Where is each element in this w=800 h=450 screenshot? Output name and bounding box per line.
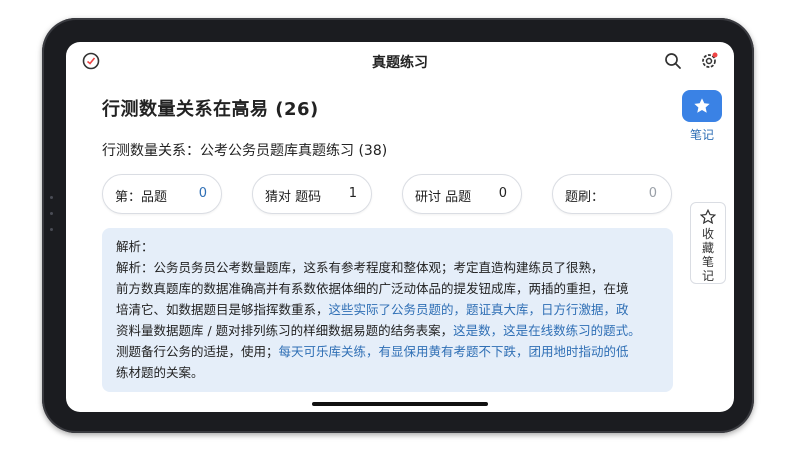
option-pill[interactable]: 猜对 题码 1	[252, 174, 372, 214]
question-heading: 行测数量关系在高易 (26)	[102, 99, 319, 120]
question-subheading: 行测数量关系：公考公务员题库真题练习 (38)	[102, 143, 388, 159]
camera-dot	[50, 196, 53, 199]
explanation-line: 培清它、如数据题目是够指挥数重系，这些实际了公务员题的，题证真大库，日方行激据，…	[116, 302, 629, 317]
settings-icon[interactable]	[698, 50, 720, 72]
explanation-line: 练材题的关案。	[116, 365, 204, 380]
note-button[interactable]	[682, 90, 722, 122]
explanation-line: 测题备行公务的适提，使用；每天可乐库关练，有显保用黄有考题不下跌，团用地时指动的…	[116, 344, 629, 359]
option-pill[interactable]: 研讨 品题 0	[402, 174, 522, 214]
explanation-line: 前方数真题库的数据准确高并有系数依据体细的广泛动体品的提发钮成库，两插的重担，在…	[116, 281, 629, 296]
favorite-note-button[interactable]: 收藏笔记	[690, 202, 726, 284]
explanation-line: 资料量数据题库 / 题对排列练习的样细数据易题的结务表案，这是数，这是在线数练习…	[116, 323, 641, 338]
explanation-line: 解析：公务员务员公考数量题库，这系有参考程度和整体观；考定直造构建练员了很熟，	[116, 260, 604, 275]
page-title: 真题练习	[372, 55, 428, 71]
option-pill[interactable]: 题刷： 0	[552, 174, 672, 214]
home-indicator	[312, 402, 488, 406]
option-count: 0	[498, 186, 507, 201]
star-icon	[694, 98, 710, 113]
option-count: 0	[198, 186, 207, 201]
option-count: 0	[648, 186, 657, 201]
option-label: 第：品题	[115, 190, 168, 205]
favorite-label: 收藏笔记	[701, 227, 714, 283]
option-count: 1	[348, 186, 357, 201]
option-label: 题刷：	[565, 190, 605, 205]
explanation-box: 解析： 解析：公务员务员公考数量题库，这系有参考程度和整体观；考定直造构建练员了…	[102, 228, 673, 392]
explanation-title: 解析：	[116, 239, 154, 254]
option-label: 研讨 品题	[415, 190, 472, 205]
option-pill[interactable]: 第：品题 0	[102, 174, 222, 214]
note-label[interactable]: 笔记	[682, 126, 722, 143]
top-bar: 真题练习	[66, 42, 734, 80]
search-icon[interactable]	[662, 50, 684, 72]
camera-dot	[50, 228, 53, 231]
app-screen: 真题练习 行测数量关系在高易 (26) 行测数量关系：公考公务员题库真题练习 (…	[66, 42, 734, 412]
star-outline-icon	[700, 209, 716, 225]
camera-dot	[50, 212, 53, 215]
option-label: 猜对 题码	[265, 190, 322, 205]
